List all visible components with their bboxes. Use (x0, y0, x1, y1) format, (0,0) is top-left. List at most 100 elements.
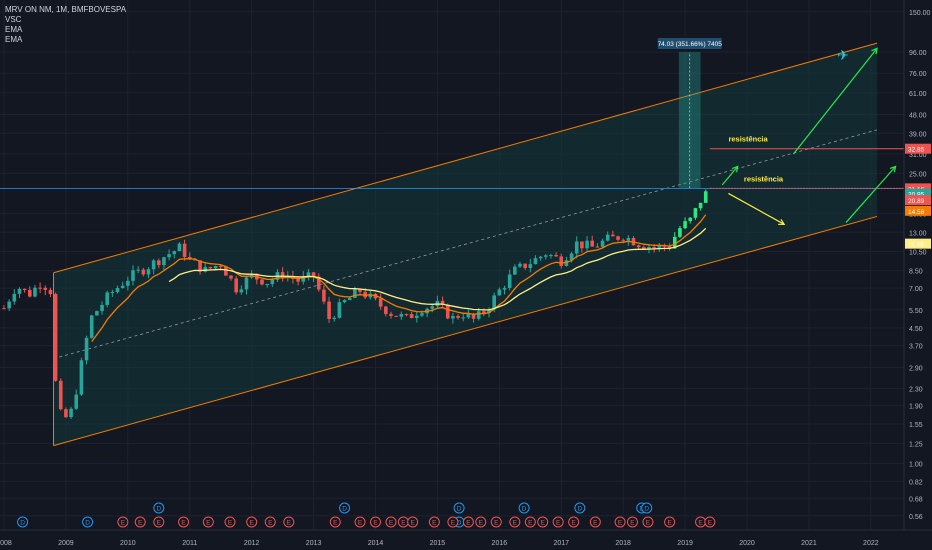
y-tick-label: 48.00 (909, 113, 927, 120)
earnings-marker-letter: E (157, 520, 162, 527)
y-tick-label: 76.00 (909, 71, 927, 78)
candle-body (605, 234, 610, 241)
candle-body (497, 289, 502, 296)
symbol-title[interactable]: MRV ON NM, 1M, BMFBOVESPA (5, 5, 126, 15)
y-tick-label: 13.00 (909, 230, 927, 237)
dividend-marker-letter: D (522, 506, 527, 513)
earnings-marker-letter: E (556, 520, 561, 527)
earnings-marker-letter: E (646, 520, 651, 527)
earnings-marker-letter: E (268, 520, 273, 527)
earnings-marker-letter: E (228, 520, 233, 527)
x-tick-label: 2019 (677, 540, 693, 547)
candle-body (115, 288, 120, 293)
y-tick-label: 0.68 (909, 496, 923, 503)
candle-body (683, 221, 687, 229)
candle-body (636, 245, 641, 248)
candle-body (332, 317, 337, 320)
indicator-ema-1[interactable]: EMA (5, 25, 126, 35)
candle-body (404, 314, 409, 316)
earnings-marker-letter: E (138, 520, 143, 527)
candle-body (611, 234, 615, 237)
candle-body (698, 202, 703, 209)
indicator-vsc[interactable]: VSC (5, 15, 126, 25)
candle-body (2, 308, 6, 310)
dividend-marker-letter: D (457, 506, 462, 513)
x-tick-label: 2010 (120, 540, 136, 547)
candle-body (518, 263, 522, 267)
earnings-marker-letter: E (667, 520, 672, 527)
candle-body (347, 297, 352, 301)
indicator-ema-2[interactable]: EMA (5, 35, 126, 45)
candle-body (203, 267, 208, 272)
candle-body (33, 287, 37, 297)
candle-body (239, 289, 244, 293)
candle-body (53, 294, 58, 381)
price-label: 32.85 (908, 147, 925, 154)
candle-body (100, 304, 104, 312)
y-tick-label: 61.00 (909, 91, 927, 98)
candle-body (693, 208, 698, 218)
candle-body (559, 256, 564, 266)
candle-body (595, 246, 600, 248)
candle-body (574, 241, 579, 254)
x-tick-label: 2016 (492, 540, 508, 547)
y-tick-label: 0.82 (909, 479, 923, 486)
y-tick-label: 1.55 (909, 422, 923, 429)
y-tick-label: 8.50 (909, 269, 923, 276)
earnings-marker-letter: E (432, 520, 437, 527)
candle-body (280, 272, 285, 278)
earnings-marker-letter: E (451, 520, 456, 527)
candle-body (48, 289, 53, 295)
y-tick-label: 96.00 (909, 50, 927, 57)
earnings-marker-letter: E (358, 520, 363, 527)
y-tick-label: 5.50 (909, 308, 923, 315)
candle-body (141, 269, 146, 275)
candle-body (244, 277, 249, 290)
earnings-marker-letter: E (121, 520, 126, 527)
candle-body (27, 289, 32, 297)
x-tick-label: 2018 (615, 540, 631, 547)
candle-body (549, 254, 553, 256)
candle-body (136, 269, 140, 271)
candle-body (461, 317, 466, 319)
airplane-icon: ✈ (837, 48, 849, 64)
candle-body (389, 313, 393, 316)
earnings-marker-letter: E (410, 520, 415, 527)
earnings-marker-letter: E (593, 520, 598, 527)
candle-body (342, 300, 347, 303)
candle-body (353, 289, 357, 298)
candle-body (476, 311, 481, 319)
dividend-marker-letter: D (156, 506, 161, 513)
candle-body (177, 243, 182, 252)
x-tick-label: 2021 (801, 540, 817, 547)
candle-body (229, 275, 233, 279)
y-tick-label: 4.50 (909, 326, 923, 333)
y-tick-label: 7.00 (909, 286, 923, 293)
candle-body (585, 240, 589, 249)
earnings-marker-letter: E (249, 520, 254, 527)
earnings-marker-letter: E (698, 520, 703, 527)
candle-body (306, 272, 311, 277)
earnings-marker-letter: E (541, 520, 546, 527)
candle-body (678, 228, 682, 237)
x-tick-label: 2015 (430, 540, 446, 547)
candle-body (17, 288, 22, 294)
candle-body (218, 265, 223, 267)
candle-body (430, 306, 435, 309)
x-tick-label: 2022 (863, 540, 879, 547)
x-tick-label: 2011 (182, 540, 197, 547)
candle-body (337, 302, 342, 318)
candle-body (399, 314, 404, 317)
y-tick-label: 150.00 (909, 10, 931, 17)
earnings-marker-letter: E (373, 520, 378, 527)
candle-body (358, 289, 362, 292)
earnings-marker-letter: E (513, 520, 518, 527)
legend: MRV ON NM, 1M, BMFBOVESPA VSC EMA EMA (5, 5, 126, 45)
y-tick-label: 1.90 (909, 404, 923, 411)
price-chart[interactable]: 74.03 (351.66%) 7405 resistência resistênc… (0, 0, 932, 550)
candle-body (580, 241, 584, 249)
candle-body (213, 265, 218, 269)
candle-body (590, 240, 595, 247)
earnings-marker-letter: E (287, 520, 292, 527)
candle-body (156, 260, 161, 266)
